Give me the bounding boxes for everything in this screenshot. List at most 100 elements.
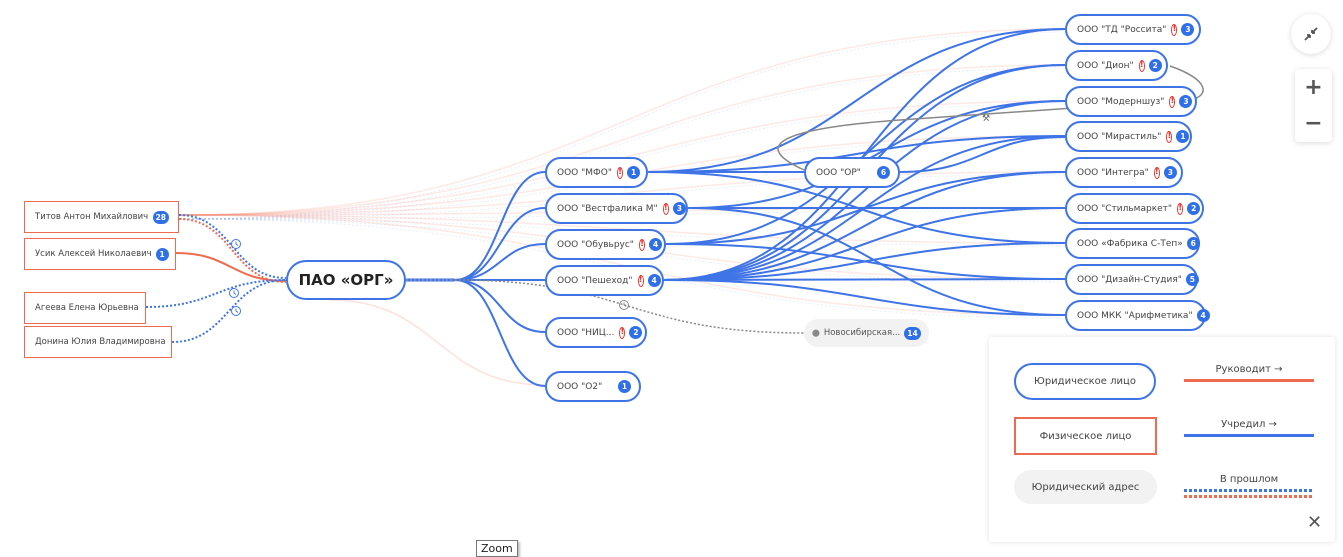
company-node[interactable]: ООО "ОР" 6 <box>804 157 900 188</box>
person-node[interactable]: Донина Юлия Владимировна <box>24 326 172 358</box>
edge-founded <box>454 279 546 333</box>
person-node[interactable]: Агеева Елена Юрьевна <box>24 292 146 324</box>
count-badge: 3 <box>1181 23 1195 36</box>
count-badge: 3 <box>672 202 686 215</box>
warning-icon[interactable]: ! <box>1153 166 1160 179</box>
count-badge: 4 <box>649 238 663 251</box>
edge-founded <box>454 171 546 281</box>
clock-icon <box>231 306 241 316</box>
count-badge: 28 <box>152 210 169 224</box>
legend-past-label: В прошлом <box>1219 474 1279 485</box>
count-badge: 14 <box>904 326 921 340</box>
person-node-label: Агеева Елена Юрьевна <box>35 303 139 313</box>
company-node-label: ООО "Пешеход" <box>557 275 633 286</box>
zoom-out-button[interactable]: − <box>1295 105 1332 141</box>
company-node-label: ООО "Стильмаркет" <box>1077 203 1173 214</box>
edge-founded <box>454 279 546 387</box>
address-node-label: Новосибирская... <box>823 328 901 338</box>
company-node[interactable]: ООО "Интегра"! 3 <box>1065 157 1183 188</box>
company-node[interactable]: ООО "ТД "Россита"! 3 <box>1065 14 1201 45</box>
count-badge: 4 <box>1196 309 1210 322</box>
company-node[interactable]: ООО "Стильмаркет"! 2 <box>1065 193 1204 224</box>
company-node-label: ООО "Дион" <box>1077 60 1134 71</box>
company-node[interactable]: ООО "Модерншуз"! 3 <box>1065 86 1197 117</box>
count-badge: 3 <box>1163 166 1177 179</box>
warning-icon[interactable]: ! <box>617 166 624 179</box>
company-node-label: ООО "МФО" <box>557 167 612 178</box>
map-pin-icon: ⬤ <box>812 329 820 337</box>
center-node-label: ПАО «ОРГ» <box>298 271 394 289</box>
edge-founded <box>663 278 1066 281</box>
company-node[interactable]: ООО "Дион"! 2 <box>1065 50 1168 81</box>
gavel-icon: ⚒ <box>982 114 990 124</box>
company-node[interactable]: ООО "Дизайн-Студия" 5 <box>1065 264 1199 295</box>
edge-past-manages <box>178 218 287 283</box>
company-node-label: ООО "Мирастиль" <box>1077 131 1162 142</box>
warning-icon[interactable]: ! <box>1177 202 1184 215</box>
collapse-button[interactable] <box>1291 14 1331 54</box>
edge-founded <box>663 100 1066 281</box>
company-node-label: ООО "Модерншуз" <box>1077 96 1165 107</box>
legend-manages-line <box>1184 379 1314 382</box>
person-node-label: Донина Юлия Владимировна <box>35 337 166 347</box>
legend-panel: Юридическое лицо Физическое лицо Юридиче… <box>989 337 1335 542</box>
edge-founded <box>687 100 1066 209</box>
legend-past-line-red <box>1184 495 1314 498</box>
company-node[interactable]: ООО "МФО"! 1 <box>545 157 648 188</box>
company-node[interactable]: ООО "Мирастиль"! 1 <box>1065 121 1192 152</box>
warning-icon[interactable]: ! <box>1138 59 1145 72</box>
person-node-label: Усик Алексей Николаевич <box>35 249 152 259</box>
company-node[interactable]: ООО «Фабрика С-Теп» 6 <box>1065 228 1200 259</box>
count-badge: 6 <box>877 166 890 179</box>
company-node-label: ООО "Дизайн-Студия" <box>1077 274 1182 285</box>
company-node-label: ООО "Обувьрус" <box>557 239 634 250</box>
warning-icon[interactable]: ! <box>619 326 626 339</box>
warning-icon[interactable]: ! <box>1169 95 1176 108</box>
clock-icon <box>231 239 241 249</box>
person-node[interactable]: Усик Алексей Николаевич 1 <box>24 238 176 270</box>
zoom-controls: + − <box>1295 69 1332 142</box>
address-node[interactable]: ⬤ Новосибирская... 14 <box>804 319 929 347</box>
edge-founded <box>454 207 546 281</box>
legend-founded-label: Учредил → <box>1221 419 1277 430</box>
legend-founded-line <box>1184 434 1314 437</box>
count-badge: 1 <box>618 380 631 393</box>
legend-natural-person: Физическое лицо <box>1014 417 1157 455</box>
warning-icon[interactable]: ! <box>638 238 646 251</box>
company-node[interactable]: ООО "Вестфалика М"! 3 <box>545 193 688 224</box>
legend-past-line-blue <box>1184 489 1314 492</box>
collapse-arrows-icon <box>1304 27 1318 41</box>
legend-legal-entity: Юридическое лицо <box>1014 363 1156 400</box>
count-badge: 1 <box>627 166 641 179</box>
company-node[interactable]: ООО "Обувьрус"! 4 <box>545 229 666 260</box>
person-node[interactable]: Титов Антон Михайлович 28 <box>24 201 179 233</box>
company-node[interactable]: ООО "НИЦ...! 2 <box>545 317 647 348</box>
legend-legal-address: Юридический адрес <box>1014 470 1157 504</box>
warning-icon[interactable]: ! <box>1171 23 1178 36</box>
count-badge: 2 <box>1187 202 1201 215</box>
clock-icon <box>619 300 629 310</box>
zoom-tooltip: Zoom <box>476 540 518 557</box>
warning-icon[interactable]: ! <box>662 202 669 215</box>
warning-icon[interactable]: ! <box>1166 130 1173 143</box>
edge-manages <box>175 252 287 282</box>
count-badge: 2 <box>1148 59 1162 72</box>
company-node-label: ООО "Вестфалика М" <box>557 203 658 214</box>
company-node-label: ООО "ТД "Россита" <box>1077 24 1167 35</box>
company-node[interactable]: ООО "О2" 1 <box>545 371 641 402</box>
legend-close-button[interactable]: ✕ <box>1307 512 1322 533</box>
zoom-in-button[interactable]: + <box>1295 69 1332 105</box>
company-node-label: ООО "Интегра" <box>1077 167 1149 178</box>
count-badge: 1 <box>1176 130 1190 143</box>
warning-icon[interactable]: ! <box>637 274 644 287</box>
clock-icon <box>229 288 239 298</box>
faint-edge <box>329 299 546 386</box>
company-node-label: ООО "НИЦ... <box>557 327 615 338</box>
company-node-label: ООО "О2" <box>557 381 603 392</box>
company-node[interactable]: ООО МКК "Арифметика" 4 <box>1065 300 1210 331</box>
count-badge: 4 <box>647 274 661 287</box>
company-node-label: ООО «Фабрика С-Теп» <box>1077 238 1183 249</box>
count-badge: 3 <box>1179 95 1193 108</box>
company-node[interactable]: ООО "Пешеход"! 4 <box>545 265 664 296</box>
center-node[interactable]: ПАО «ОРГ» <box>286 260 406 300</box>
